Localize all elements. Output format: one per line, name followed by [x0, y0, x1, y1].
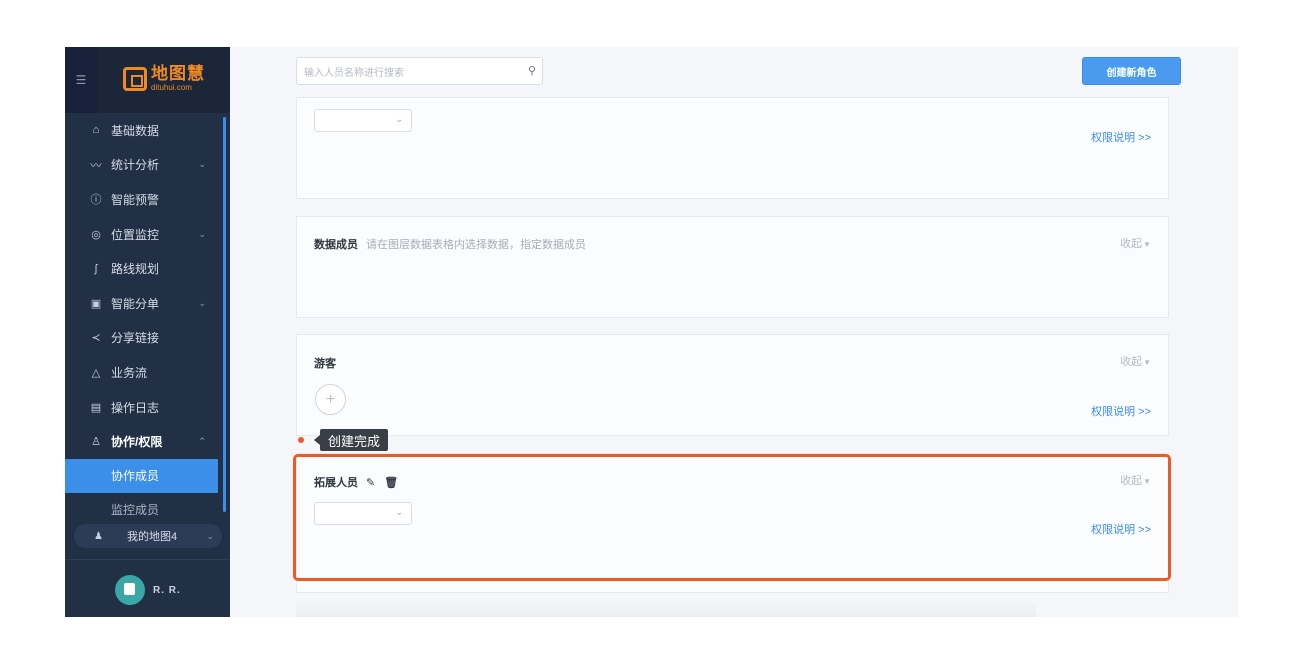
- guest-panel: 游客 收起▼ + 权限说明 >>: [296, 334, 1169, 436]
- panel-title-text: 游客: [314, 358, 336, 370]
- indicator-dot: [298, 437, 304, 443]
- map-selector-label: 我的地图4: [126, 531, 178, 543]
- user-name: R. R.: [153, 584, 181, 596]
- sidebar-item-location-monitor[interactable]: ◎ 位置监控 ⌄: [65, 217, 230, 252]
- search-input[interactable]: 输入人员名称进行搜索 ⚲: [296, 57, 543, 85]
- sidebar-item-label: 业务流: [111, 365, 148, 380]
- sidebar-item-collaboration[interactable]: ♙ 协作/权限 ⌃: [65, 424, 230, 459]
- share-icon: ≺: [91, 332, 101, 345]
- user-profile[interactable]: R. R.: [115, 575, 181, 605]
- sidebar-subitem-collab-members[interactable]: 协作成员: [65, 458, 218, 493]
- dispatch-icon: ▣: [90, 297, 102, 310]
- sidebar-item-share-link[interactable]: ≺ 分享链接: [65, 321, 230, 356]
- home-icon: ⌂: [92, 124, 100, 137]
- app-window: ☰ 地图慧 dituhui.com ⌂ 基础数据 〰 统计分析 ⌄ ⓘ 智能预警…: [65, 47, 1238, 617]
- collapse-toggle[interactable]: 收起▼: [1120, 235, 1151, 251]
- sidebar-item-label: 统计分析: [111, 158, 160, 173]
- caret-down-icon: ▼: [1143, 240, 1151, 249]
- caret-down-icon: ▼: [1143, 358, 1151, 367]
- role-panel-top: ⌄ 权限说明 >>: [296, 97, 1169, 199]
- sidebar-item-dispatch[interactable]: ▣ 智能分单 ⌄: [65, 286, 230, 321]
- collapse-toggle[interactable]: 收起▼: [1120, 472, 1151, 488]
- tooltip: 创建完成: [298, 429, 389, 451]
- calendar-icon: ▤: [90, 401, 102, 414]
- sidebar-item-label: 基础数据: [111, 123, 160, 138]
- panel-title: 拓展人员 ✎ 🗑: [314, 474, 407, 490]
- sidebar-subitem-monitor-members[interactable]: 监控成员: [65, 493, 230, 527]
- sidebar-item-label: 操作日志: [111, 400, 160, 415]
- location-icon: ◎: [91, 228, 101, 241]
- sidebar-header: ☰ 地图慧 dituhui.com: [65, 47, 230, 113]
- sidebar-item-label: 路线规划: [111, 262, 160, 277]
- expand-staff-panel: 拓展人员 ✎ 🗑 收起▼ ⌄ 权限说明 >>: [296, 453, 1169, 593]
- chevron-down-icon: ⌄: [395, 507, 403, 517]
- panel-title: 数据成员 请在图层数据表格内选择数据，指定数据成员: [314, 236, 586, 252]
- permission-help-link[interactable]: 权限说明 >>: [1091, 403, 1151, 419]
- menu-collapse-icon[interactable]: ☰: [65, 47, 97, 113]
- sidebar-item-workflow[interactable]: △ 业务流: [65, 355, 230, 390]
- chevron-down-icon: ⌄: [206, 530, 214, 541]
- search-placeholder: 输入人员名称进行搜索: [304, 67, 404, 79]
- chevron-up-icon: ⌃: [198, 436, 206, 447]
- panel-hint: 请在图层数据表格内选择数据，指定数据成员: [366, 239, 586, 251]
- logo-subtitle: dituhui.com: [151, 83, 192, 92]
- permission-help-link[interactable]: 权限说明 >>: [1091, 129, 1151, 145]
- add-member-button[interactable]: +: [315, 384, 346, 415]
- chevron-down-icon: ⌄: [198, 297, 206, 308]
- create-role-button[interactable]: 创建新角色: [1082, 57, 1181, 85]
- edit-icon[interactable]: ✎: [366, 476, 375, 489]
- permission-select[interactable]: ⌄: [314, 109, 412, 132]
- sidebar-scrollbar[interactable]: [223, 117, 226, 512]
- logo-title: 地图慧: [151, 64, 205, 83]
- sidebar-item-route-planning[interactable]: ∫ 路线规划: [65, 251, 230, 286]
- chevron-down-icon: ⌄: [198, 159, 206, 170]
- tooltip-text: 创建完成: [320, 429, 389, 451]
- sidebar-item-label: 智能预警: [111, 192, 160, 207]
- sidebar-item-alerts[interactable]: ⓘ 智能预警: [65, 182, 230, 217]
- permission-help-link[interactable]: 权限说明 >>: [1091, 521, 1151, 537]
- caret-down-icon: ▼: [1143, 477, 1151, 486]
- panel-title-text: 拓展人员: [314, 477, 358, 489]
- sidebar-item-label: 位置监控: [111, 227, 160, 242]
- trash-icon[interactable]: 🗑: [384, 476, 398, 489]
- collapse-label: 收起: [1120, 238, 1143, 250]
- sidebar-divider: [65, 559, 230, 560]
- route-icon: ∫: [94, 262, 98, 275]
- data-members-panel: 数据成员 请在图层数据表格内选择数据，指定数据成员 收起▼: [296, 216, 1169, 318]
- sidebar: ☰ 地图慧 dituhui.com ⌂ 基础数据 〰 统计分析 ⌄ ⓘ 智能预警…: [65, 47, 230, 617]
- main-content: 输入人员名称进行搜索 ⚲ 创建新角色 ⌄ 权限说明 >> 数据成员 请在图层数据表…: [230, 47, 1238, 617]
- logo: 地图慧 dituhui.com: [123, 65, 205, 92]
- sidebar-item-label: 协作/权限: [111, 435, 163, 450]
- users-icon: ♙: [91, 436, 101, 449]
- chevron-down-icon: ⌄: [395, 114, 403, 124]
- sidebar-item-basic-data[interactable]: ⌂ 基础数据: [65, 113, 230, 148]
- sidebar-item-operation-log[interactable]: ▤ 操作日志: [65, 390, 230, 425]
- map-user-icon: ♟: [94, 530, 103, 542]
- chevron-down-icon: ⌄: [198, 228, 206, 239]
- search-icon[interactable]: ⚲: [528, 64, 536, 77]
- sidebar-item-statistics[interactable]: 〰 统计分析 ⌄: [65, 148, 230, 183]
- collapse-label: 收起: [1120, 356, 1143, 368]
- avatar: [115, 575, 145, 605]
- logo-icon: [123, 66, 147, 91]
- permission-select[interactable]: ⌄: [314, 502, 412, 525]
- footer-shadow: [296, 600, 1036, 617]
- workflow-icon: △: [91, 366, 101, 379]
- collapse-label: 收起: [1120, 475, 1143, 487]
- collapse-toggle[interactable]: 收起▼: [1120, 353, 1151, 369]
- info-circle-icon: ⓘ: [90, 194, 102, 207]
- map-selector[interactable]: ♟ 我的地图4 ⌄: [74, 524, 222, 548]
- trend-icon: 〰: [90, 159, 102, 172]
- sidebar-item-label: 智能分单: [111, 296, 160, 311]
- sidebar-item-label: 分享链接: [111, 331, 160, 346]
- sidebar-menu: ⌂ 基础数据 〰 统计分析 ⌄ ⓘ 智能预警 ◎ 位置监控 ⌄ ∫ 路线规划 ▣…: [65, 113, 230, 527]
- panel-title-text: 数据成员: [314, 239, 358, 251]
